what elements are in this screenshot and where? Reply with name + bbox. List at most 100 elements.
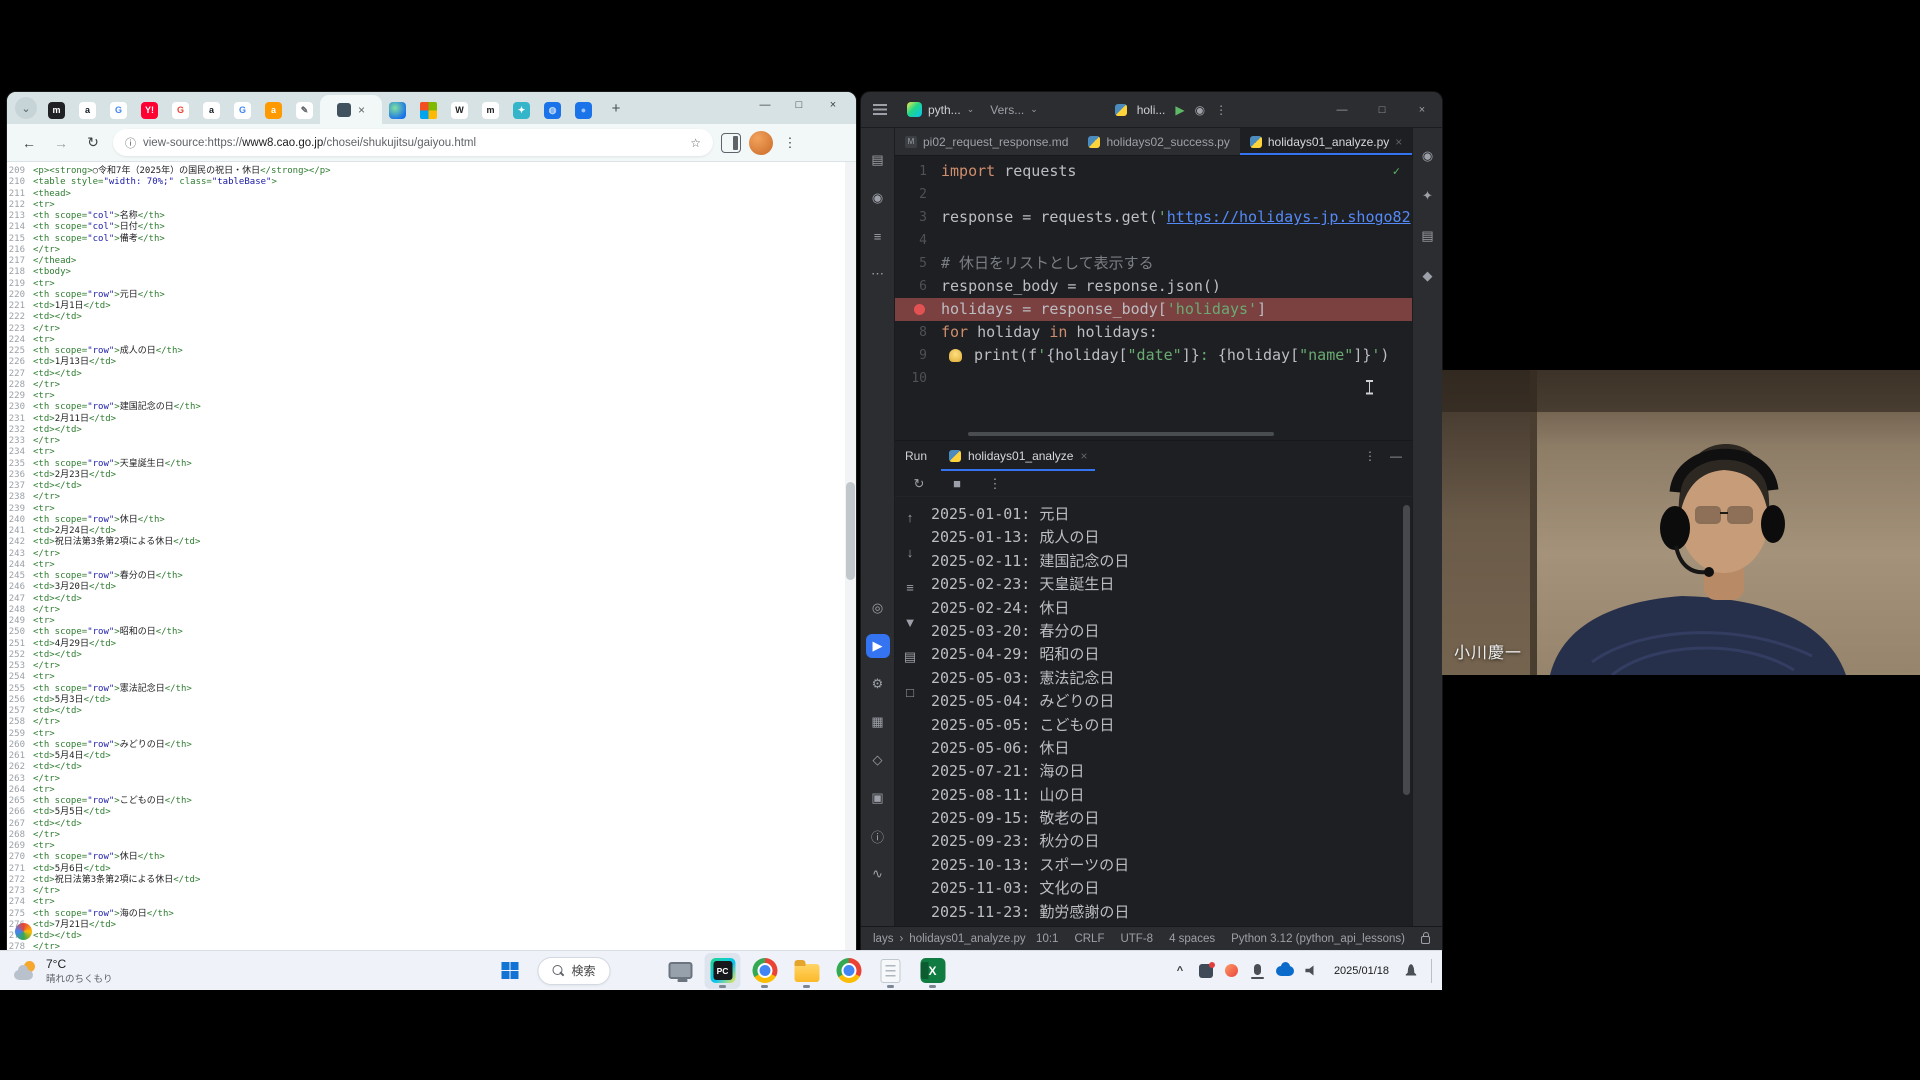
debug-button[interactable]: ◉ [1195,103,1205,117]
back-button[interactable]: ← [17,131,41,155]
project-icon[interactable]: ▤ [866,148,890,172]
panel-options-icon[interactable]: ⋮ [1364,449,1376,463]
breadcrumb-file[interactable]: holidays01_analyze.py [909,933,1025,945]
console-tab[interactable]: holidays01_analyze × [941,441,1095,471]
down-stack-icon[interactable]: ↓ [898,540,922,564]
ai-assistant-icon[interactable]: ✦ [1416,184,1440,208]
meeting-app[interactable] [621,953,657,989]
python-interpreter[interactable]: Python 3.12 (python_api_lessons) [1231,933,1405,945]
vcs-widget[interactable]: Vers... ⌄ [982,98,1046,122]
breakpoint-icon[interactable] [914,304,925,315]
show-desktop-button[interactable] [1431,958,1434,983]
console-output[interactable]: 2025-01-01: 元日 2025-01-13: 成人の日 2025-02-11… [925,497,1412,926]
maximize-button[interactable]: □ [1362,92,1402,127]
more-actions-icon[interactable]: ⋮ [1215,103,1227,117]
run-panel-title[interactable]: Run [905,449,927,463]
code-editor[interactable]: 1 import requests 2 3 response = requests.ge… [895,156,1412,440]
notifications-icon[interactable]: ◉ [1416,144,1440,168]
console-options-icon[interactable]: ⋮ [983,472,1007,496]
problems-icon[interactable]: ⓘ [866,824,890,848]
pinned-tab-blue-1[interactable]: ◍ [537,96,568,124]
pinned-tab-editor[interactable]: ✎ [289,96,320,124]
file-encoding[interactable]: UTF-8 [1120,933,1153,945]
soft-wrap-icon[interactable]: ≡ [898,575,922,599]
clear-all-icon[interactable]: □ [898,680,922,704]
address-bar[interactable]: ⓘ view-source:https://www8.cao.go.jp/cho… [113,129,713,156]
pinned-tab-amazon-orange[interactable]: a [258,96,289,124]
tray-microphone[interactable] [1250,963,1266,979]
excel-app[interactable]: X [915,953,951,989]
page-action-icon[interactable] [15,923,32,940]
tray-expand-button[interactable]: ^ [1172,965,1188,977]
scroll-end-icon[interactable]: ▼ [898,610,922,634]
editor-tab[interactable]: Mpi02_request_response.md [895,128,1078,155]
forward-button[interactable]: → [49,131,73,155]
tab-close-icon[interactable]: × [1395,136,1402,148]
pinned-tab-compass[interactable]: ✦ [506,96,537,124]
run-configuration-name[interactable]: holi... [1137,103,1166,117]
terminal-icon[interactable]: ▣ [866,786,890,810]
pinned-tab-wikipedia[interactable]: W [444,96,475,124]
bookmark-star-icon[interactable]: ☆ [690,136,701,150]
taskbar-search[interactable]: 検索 [537,956,611,985]
chrome-app[interactable] [747,953,783,989]
pinned-tab-amazon-2[interactable]: a [196,96,227,124]
breadcrumb-root[interactable]: lays [873,933,893,945]
pinned-tab-amazon[interactable]: a [72,96,103,124]
run-tool-icon[interactable]: ▶ [865,634,890,658]
page-info-icon[interactable]: ⓘ [125,135,136,151]
panel-hide-icon[interactable]: — [1390,449,1402,463]
close-button[interactable]: × [816,92,850,118]
minimize-button[interactable]: — [1322,92,1362,127]
scrollbar-thumb[interactable] [846,482,855,580]
view-source-content[interactable]: 209 <p><strong>○令和7年（2025年）の国民の祝日・休日</str… [7,162,845,950]
pinned-tab-ms-grid[interactable] [413,96,444,124]
rerun-icon[interactable]: ↻ [907,472,931,496]
side-panel-icon[interactable] [721,132,741,153]
lock-icon[interactable] [1421,932,1430,944]
pinned-tab-m[interactable]: m [41,96,72,124]
run-button[interactable]: ▶ [1175,103,1184,117]
tray-volume[interactable] [1304,965,1320,977]
search-icon[interactable]: ◎ [866,596,890,620]
display-app[interactable] [663,953,699,989]
inspection-ok-icon[interactable]: ✓ [1393,164,1400,178]
minimize-button[interactable]: — [748,92,782,118]
up-stack-icon[interactable]: ↑ [898,505,922,529]
main-menu-icon[interactable] [873,104,887,115]
pinned-tab-google-2[interactable]: G [227,96,258,124]
pinned-tab-blue-2[interactable]: ● [568,96,599,124]
services-icon[interactable]: ▦ [866,710,890,734]
weather-widget[interactable]: 7°C 晴れのちくもり [0,951,127,990]
project-widget[interactable]: pyth... ⌄ [899,98,982,122]
close-button[interactable]: × [1402,92,1442,127]
pinned-tab-earth[interactable] [382,96,413,124]
packages-icon[interactable]: ◇ [866,748,890,772]
chrome-profile-2-app[interactable] [831,953,867,989]
tab-search-button[interactable]: ⌄ [15,97,37,119]
structure-icon[interactable]: ≡ [866,224,890,248]
editor-horizontal-scrollbar[interactable] [968,432,1274,436]
start-button[interactable] [491,953,527,989]
reload-button[interactable]: ↻ [81,131,105,155]
more-tools-icon[interactable]: ⋯ [866,262,890,286]
print-icon[interactable]: ▤ [898,645,922,669]
explorer-app[interactable] [789,953,825,989]
profile-avatar[interactable] [749,130,773,155]
editor-tab[interactable]: holidays02_success.py [1078,128,1239,155]
tray-onedrive[interactable] [1275,961,1294,976]
caret-position[interactable]: 10:1 [1036,933,1058,945]
line-separator[interactable]: CRLF [1074,933,1104,945]
database-icon[interactable]: ▤ [1416,224,1440,248]
tray-color-app[interactable] [1224,964,1240,977]
pinned-tab-yahoo-japan[interactable]: Y! [134,96,165,124]
notification-bell[interactable] [1403,964,1419,977]
notepad-app[interactable] [873,953,909,989]
pycharm-app[interactable]: PC [704,952,741,989]
settings-icon[interactable]: ⚙ [866,672,890,696]
active-tab[interactable]: × [320,95,382,124]
pinned-tab-m-2[interactable]: m [475,96,506,124]
pinned-tab-g-red[interactable]: G [165,96,196,124]
console-tab-close-icon[interactable]: × [1080,450,1087,462]
indent-style[interactable]: 4 spaces [1169,933,1215,945]
